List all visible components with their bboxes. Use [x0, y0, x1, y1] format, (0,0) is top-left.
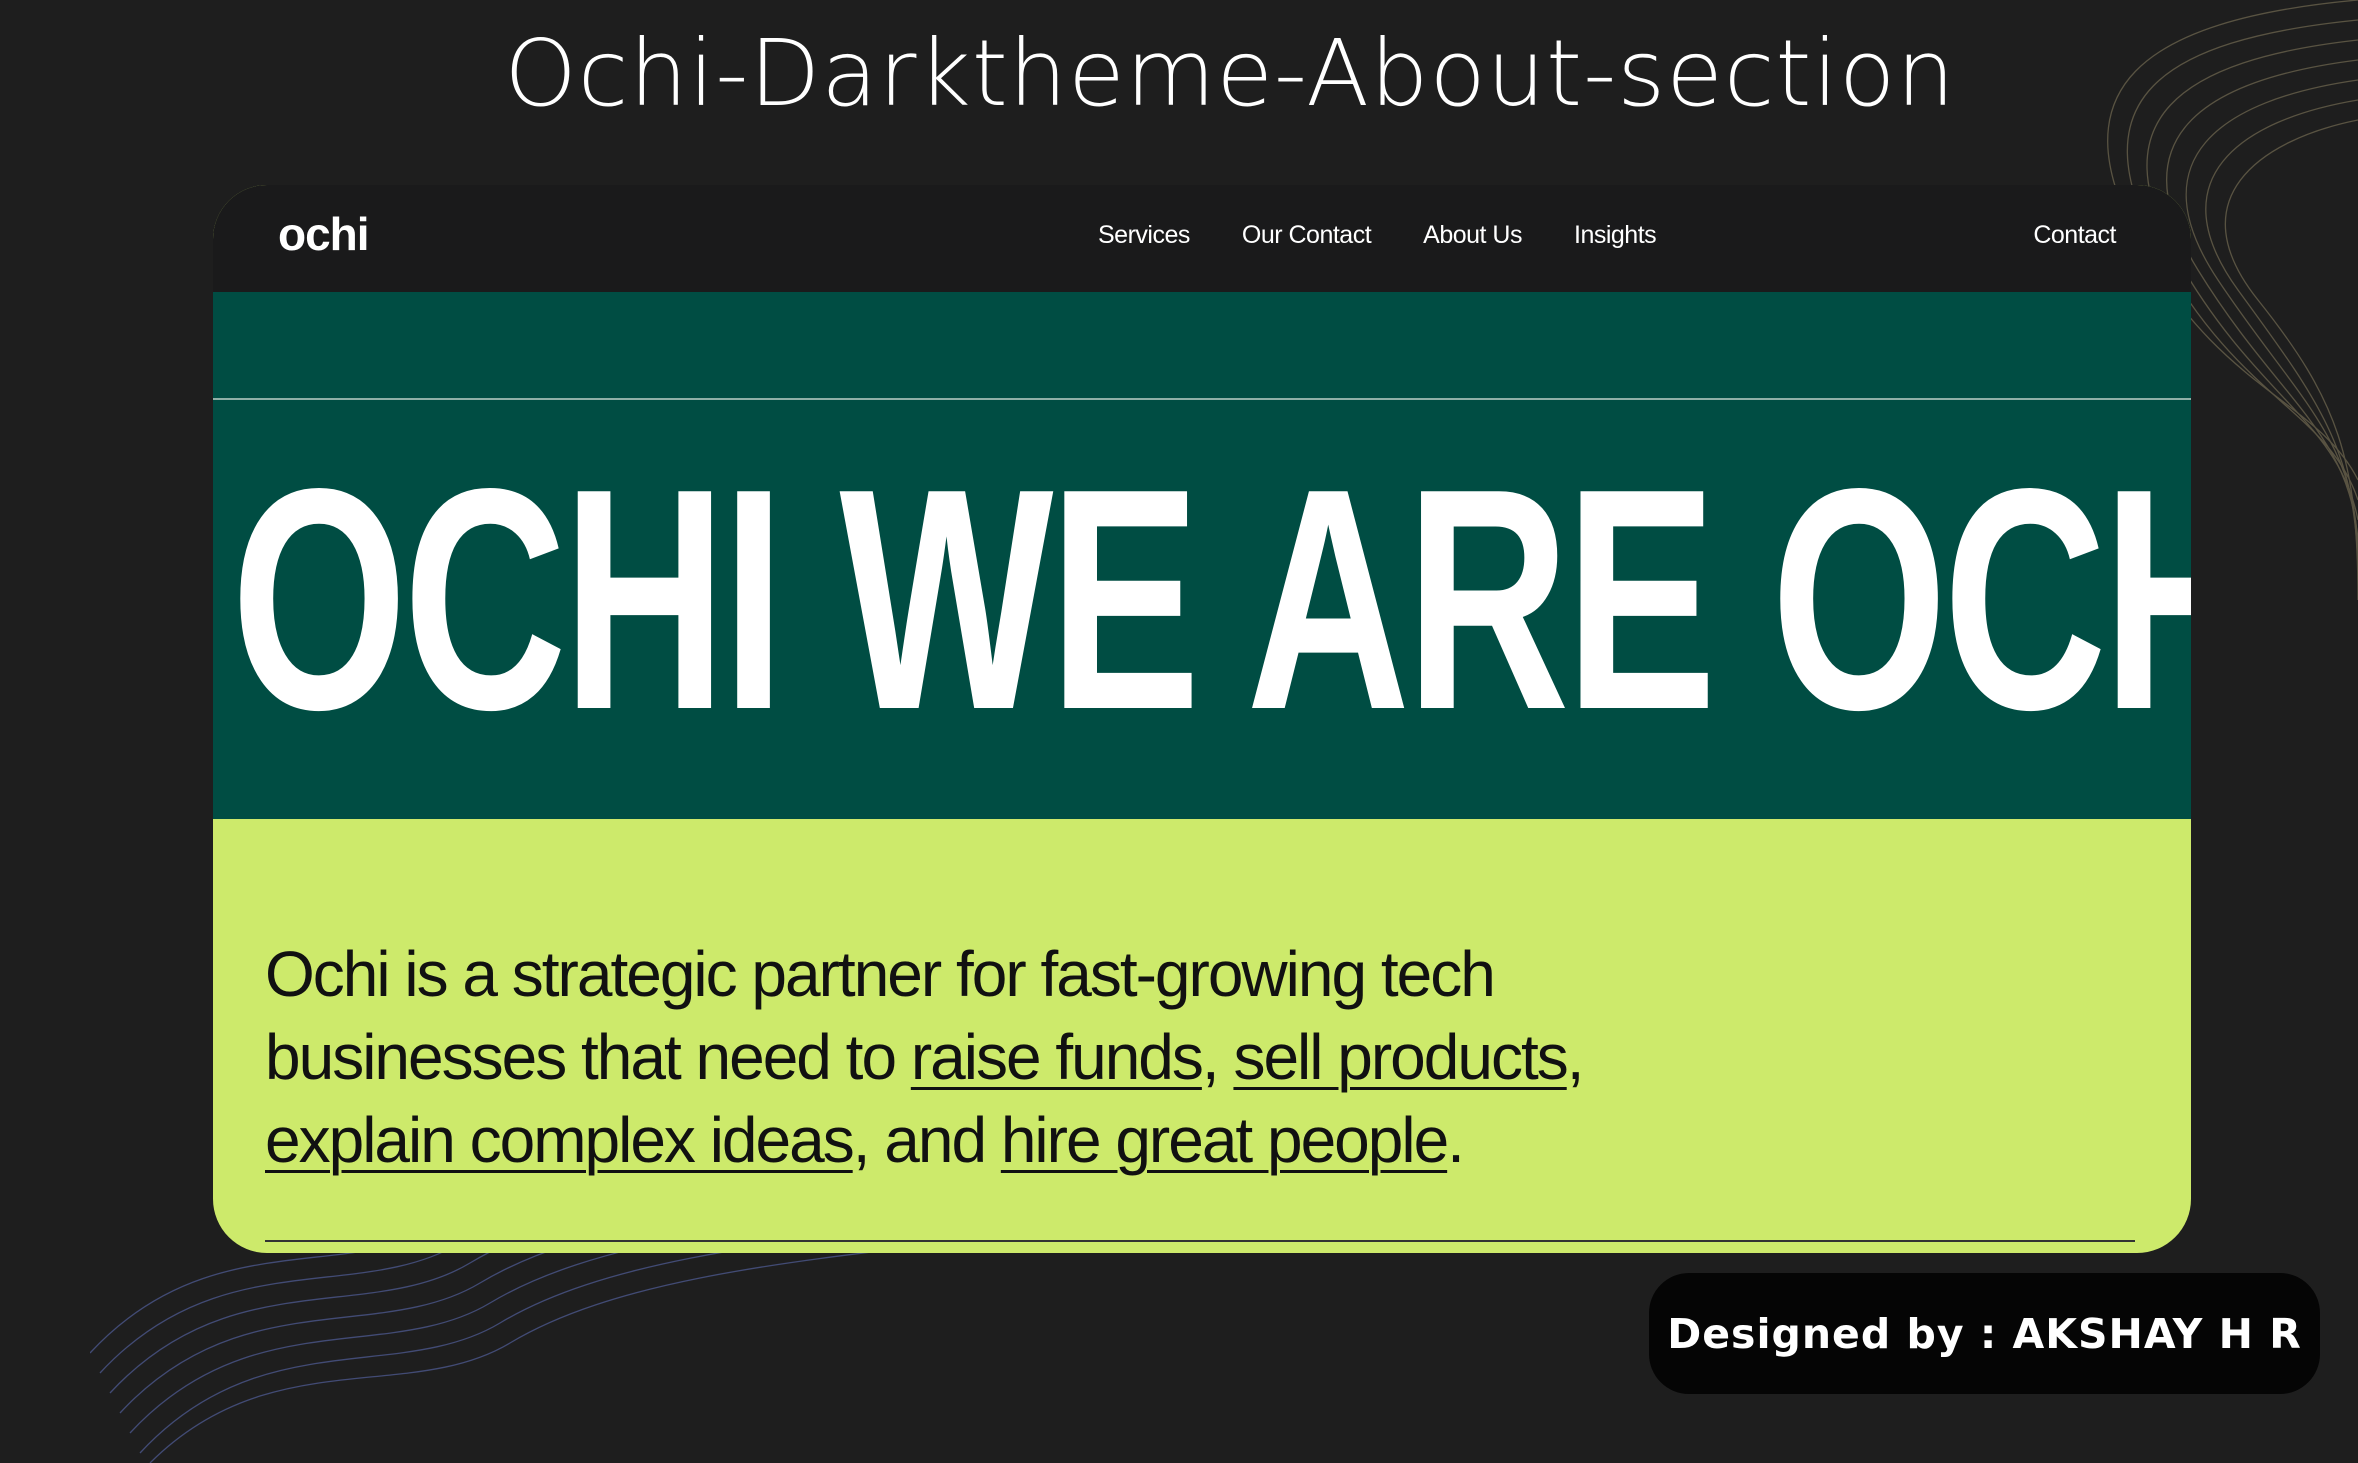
marquee-band: OCHI WE ARE OCHI	[213, 292, 2191, 819]
about-text-end: .	[1447, 1104, 1465, 1176]
band-divider	[213, 398, 2191, 400]
about-separator: ,	[1201, 1021, 1234, 1093]
nav-link-insights[interactable]: Insights	[1574, 221, 1657, 250]
about-separator: , and	[852, 1104, 1001, 1176]
about-divider	[265, 1240, 2135, 1242]
nav-link-our-contact[interactable]: Our Contact	[1242, 221, 1372, 250]
link-sell-products[interactable]: sell products	[1233, 1021, 1568, 1093]
link-raise-funds[interactable]: raise funds	[911, 1021, 1204, 1093]
ochi-logo[interactable]: ochi	[278, 207, 370, 261]
about-separator: ,	[1566, 1021, 1585, 1093]
link-hire-great-people[interactable]: hire great people	[1001, 1104, 1449, 1176]
top-navbar: ochi Services Our Contact About Us Insig…	[213, 185, 2191, 292]
website-preview-frame: ochi Services Our Contact About Us Insig…	[213, 185, 2191, 1253]
nav-contact-link[interactable]: Contact	[2033, 221, 2116, 250]
nav-links: Services Our Contact About Us Insights	[1098, 221, 1657, 250]
designer-credit-badge: Designed by : AKSHAY H R	[1649, 1273, 2320, 1394]
nav-link-services[interactable]: Services	[1098, 221, 1190, 250]
nav-link-about-us[interactable]: About Us	[1423, 221, 1522, 250]
about-paragraph: Ochi is a strategic partner for fast-gro…	[265, 933, 1765, 1182]
showcase-title: Ochi-Darktheme-About-section	[504, 20, 1956, 127]
link-explain-complex-ideas[interactable]: explain complex ideas	[265, 1104, 855, 1176]
marquee-text: OCHI WE ARE OCHI	[231, 423, 2191, 775]
